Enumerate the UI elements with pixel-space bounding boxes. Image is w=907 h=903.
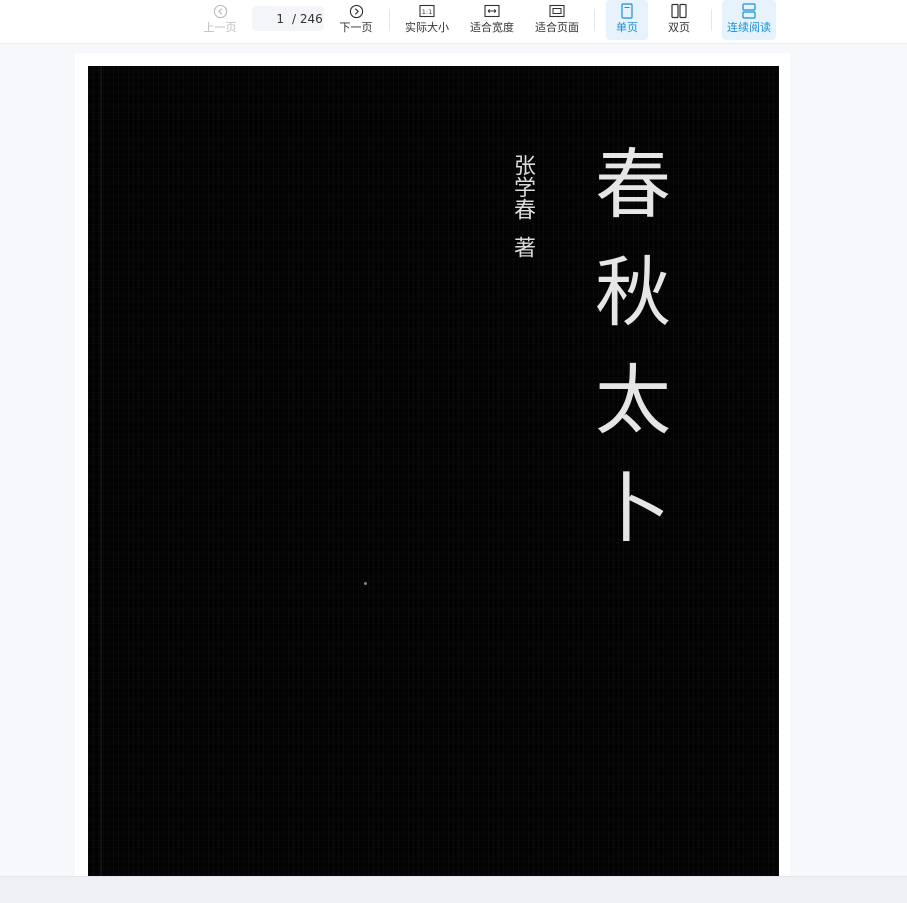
page-indicator: / 246 xyxy=(252,6,324,31)
page-number-input[interactable] xyxy=(252,11,284,26)
book-cover-image: 张学春著 春秋太卜 xyxy=(88,66,779,876)
fit-page-button[interactable]: 适合页面 xyxy=(531,0,583,40)
document-viewer[interactable]: 张学春著 春秋太卜 xyxy=(0,44,907,876)
cover-author-role: 著 xyxy=(510,236,535,258)
actual-size-button[interactable]: 1:1 实际大小 xyxy=(401,0,453,40)
next-page-label: 下一页 xyxy=(339,21,373,34)
cover-author: 张学春著 xyxy=(505,154,535,258)
single-page-icon xyxy=(619,3,635,19)
continuous-read-button[interactable]: 连续阅读 xyxy=(722,0,776,40)
prev-page-label: 上一页 xyxy=(203,21,237,34)
continuous-read-icon xyxy=(741,3,757,19)
cover-speck xyxy=(364,582,367,585)
double-page-icon xyxy=(671,3,687,19)
cover-title: 春秋太卜 xyxy=(582,144,671,576)
single-page-label: 单页 xyxy=(616,21,638,34)
next-page-button[interactable]: 下一页 xyxy=(334,0,378,40)
actual-size-label: 实际大小 xyxy=(405,21,449,34)
toolbar-divider xyxy=(711,9,712,31)
document-page: 张学春著 春秋太卜 xyxy=(75,53,790,876)
actual-size-icon: 1:1 xyxy=(419,3,435,19)
chevron-left-circle-icon xyxy=(212,3,228,19)
toolbar: 上一页 / 246 下一页 1:1 实际大小 适合宽度 适合页面 单页 xyxy=(0,0,907,44)
fit-width-button[interactable]: 适合宽度 xyxy=(466,0,518,40)
toolbar-divider xyxy=(594,9,595,31)
single-page-button[interactable]: 单页 xyxy=(606,0,648,40)
double-page-label: 双页 xyxy=(668,21,690,34)
double-page-button[interactable]: 双页 xyxy=(658,0,700,40)
total-pages: / 246 xyxy=(292,11,323,26)
continuous-read-label: 连续阅读 xyxy=(727,21,771,34)
prev-page-button[interactable]: 上一页 xyxy=(198,0,242,40)
actual-size-icon-text: 1:1 xyxy=(422,8,432,16)
cover-spine-line xyxy=(100,66,102,876)
fit-width-label: 适合宽度 xyxy=(470,21,514,34)
cover-author-name: 张学春 xyxy=(510,154,535,220)
horizontal-scrollbar[interactable] xyxy=(0,876,907,903)
fit-page-icon xyxy=(549,3,565,19)
chevron-right-circle-icon xyxy=(348,3,364,19)
fit-page-label: 适合页面 xyxy=(535,21,579,34)
fit-width-icon xyxy=(484,3,500,19)
toolbar-divider xyxy=(389,9,390,31)
